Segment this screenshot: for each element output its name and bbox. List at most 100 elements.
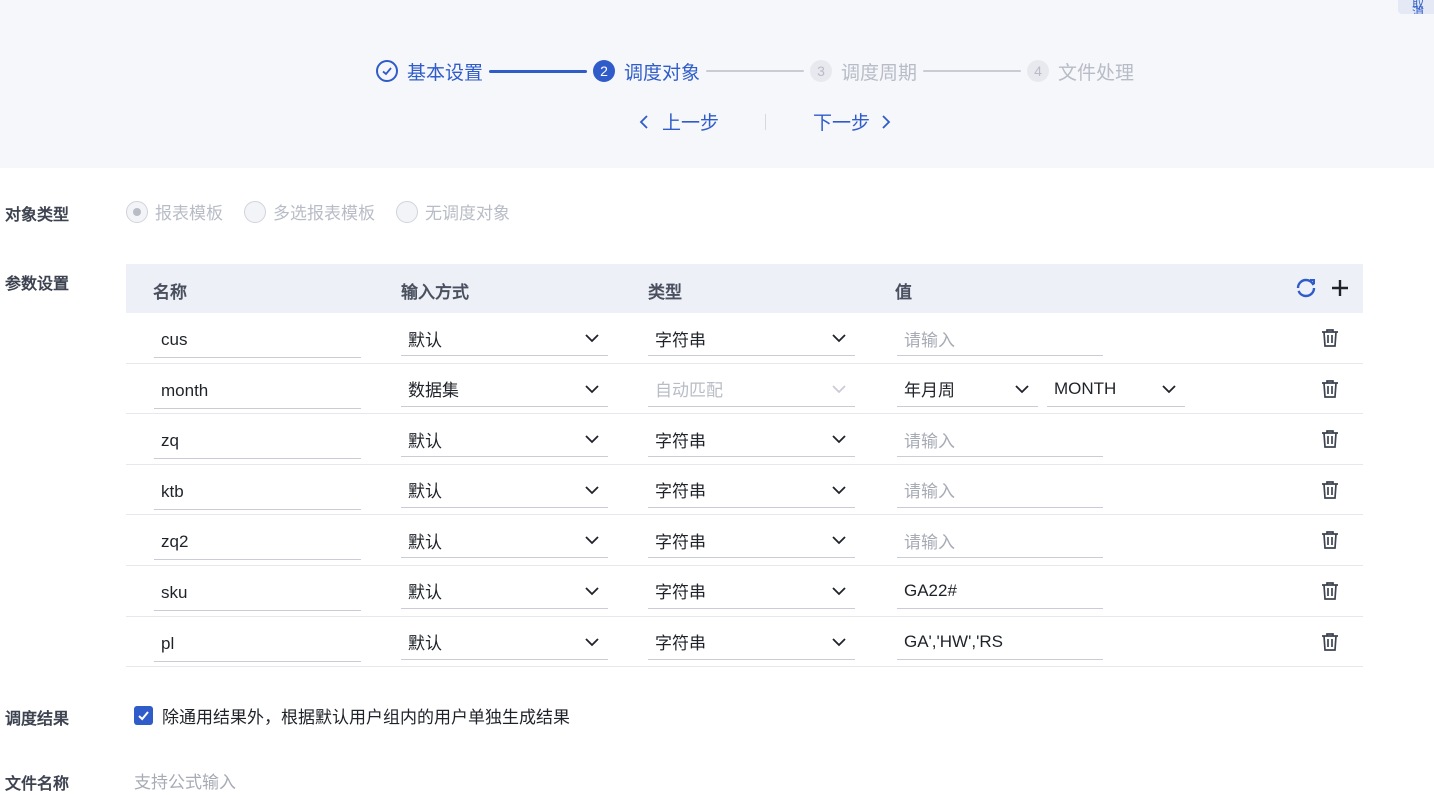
input-method-select[interactable]: 默认 [401, 574, 608, 609]
step-connector [923, 70, 1022, 72]
params-table: 名称 输入方式 类型 值 cus 默认 字符串 请输入 month 数据集 自动匹配 年月周 M… [126, 264, 1363, 668]
chevron-down-icon [832, 587, 846, 596]
radio-no-object[interactable]: 无调度对象 [396, 199, 510, 224]
wizard-header: 取消 基本设置 2 调度对象 3 调度周期 4 文件处理 上一步 下一步 [0, 0, 1434, 168]
checkbox-checked[interactable] [134, 706, 153, 725]
type-select[interactable]: 字符串 [648, 625, 855, 660]
trash-icon[interactable] [1320, 480, 1340, 500]
step-connector [489, 69, 588, 73]
nav-divider [765, 114, 766, 130]
object-type-label: 对象类型 [5, 207, 70, 224]
param-name-input[interactable]: cus [154, 323, 361, 358]
input-method-select[interactable]: 默认 [401, 523, 608, 559]
type-select[interactable]: 字符串 [648, 473, 855, 508]
param-name-input[interactable]: zq [154, 424, 361, 460]
step-label: 调度周期 [841, 62, 918, 84]
filename-input[interactable]: 支持公式输入 [134, 768, 236, 793]
step-file-processing[interactable]: 4 文件处理 [1027, 58, 1134, 85]
input-method-select[interactable]: 默认 [401, 321, 608, 356]
value-input[interactable]: GA','HW','RS [897, 625, 1103, 660]
cancel-button[interactable]: 取消 [1398, 0, 1434, 14]
refresh-icon[interactable] [1295, 277, 1317, 299]
step-label: 调度对象 [624, 62, 701, 84]
next-step-button[interactable]: 下一步 [813, 108, 892, 135]
table-row: sku 默认 字符串 GA22# [126, 566, 1363, 617]
result-option[interactable]: 除通用结果外，根据默认用户组内的用户单独生成结果 [134, 703, 570, 728]
check-icon [376, 60, 398, 82]
type-select: 自动匹配 [648, 372, 855, 407]
trash-icon[interactable] [1320, 632, 1340, 652]
trash-icon[interactable] [1320, 581, 1340, 601]
table-row: zq 默认 字符串 请输入 [126, 414, 1363, 465]
input-method-select[interactable]: 默认 [401, 625, 608, 660]
value-input[interactable]: 请输入 [897, 473, 1103, 508]
param-name-input[interactable]: month [154, 374, 361, 409]
radio-multi-report-template[interactable]: 多选报表模板 [244, 199, 375, 224]
value-input[interactable]: 请输入 [897, 422, 1103, 458]
header-value: 值 [895, 283, 912, 302]
step-basic-settings[interactable]: 基本设置 [376, 58, 483, 85]
input-method-select[interactable]: 默认 [401, 422, 608, 458]
header-type: 类型 [648, 283, 682, 302]
type-select[interactable]: 字符串 [648, 422, 855, 458]
chevron-down-icon [832, 536, 846, 545]
chevron-down-icon [832, 334, 846, 343]
chevron-down-icon [585, 486, 599, 495]
table-row: ktb 默认 字符串 请输入 [126, 465, 1363, 516]
table-body: cus 默认 字符串 请输入 month 数据集 自动匹配 年月周 MONTH zq 默认 字符串 请输… [126, 313, 1363, 668]
type-select[interactable]: 字符串 [648, 574, 855, 609]
value-input[interactable]: GA22# [897, 574, 1103, 609]
type-select[interactable]: 字符串 [648, 321, 855, 356]
trash-icon[interactable] [1320, 530, 1340, 550]
params-label: 参数设置 [5, 276, 70, 293]
table-row: pl 默认 字符串 GA','HW','RS [126, 617, 1363, 668]
chevron-down-icon [832, 637, 846, 646]
chevron-right-icon [882, 114, 891, 129]
trash-icon[interactable] [1320, 328, 1340, 348]
chevron-down-icon [585, 435, 599, 444]
filename-label: 文件名称 [5, 776, 70, 793]
param-name-input[interactable]: ktb [154, 475, 361, 510]
step-indicator: 基本设置 2 调度对象 3 调度周期 4 文件处理 [376, 56, 1134, 86]
value-input[interactable]: 请输入 [897, 523, 1103, 559]
param-name-input[interactable]: zq2 [154, 525, 361, 561]
chevron-down-icon [585, 536, 599, 545]
step-schedule-object[interactable]: 2 调度对象 [593, 58, 700, 85]
step-label: 基本设置 [407, 62, 484, 84]
radio-dot [396, 200, 418, 223]
value-input[interactable]: 请输入 [897, 321, 1103, 356]
step-number: 2 [593, 60, 616, 82]
chevron-down-icon [585, 637, 599, 646]
input-method-select[interactable]: 数据集 [401, 372, 608, 407]
trash-icon[interactable] [1320, 429, 1340, 449]
object-type-radio-group: 报表模板 多选报表模板 无调度对象 [126, 199, 531, 224]
chevron-down-icon [585, 384, 599, 393]
param-name-input[interactable]: sku [154, 576, 361, 611]
value-field-select[interactable]: MONTH [1047, 372, 1185, 407]
value-dataset-select[interactable]: 年月周 [897, 372, 1038, 407]
param-name-input[interactable]: pl [154, 627, 361, 662]
table-header: 名称 输入方式 类型 值 [126, 264, 1363, 313]
step-label: 文件处理 [1058, 62, 1135, 84]
input-method-select[interactable]: 默认 [401, 473, 608, 508]
chevron-left-icon [639, 114, 648, 129]
step-schedule-period[interactable]: 3 调度周期 [810, 58, 917, 85]
radio-report-template[interactable]: 报表模板 [126, 199, 223, 224]
trash-icon[interactable] [1320, 379, 1340, 399]
chevron-down-icon [585, 334, 599, 343]
chevron-down-icon [832, 435, 846, 444]
prev-step-button[interactable]: 上一步 [638, 108, 719, 135]
add-icon[interactable] [1331, 279, 1349, 297]
step-connector [706, 70, 805, 72]
result-label: 调度结果 [5, 711, 70, 728]
chevron-down-icon [832, 384, 846, 393]
chevron-down-icon [1015, 384, 1029, 393]
step-number: 4 [1027, 60, 1050, 82]
radio-dot [244, 200, 266, 223]
table-row: cus 默认 字符串 请输入 [126, 313, 1363, 364]
table-row: month 数据集 自动匹配 年月周 MONTH [126, 364, 1363, 415]
type-select[interactable]: 字符串 [648, 523, 855, 559]
chevron-down-icon [585, 587, 599, 596]
header-input-method: 输入方式 [401, 283, 469, 302]
step-number: 3 [810, 60, 833, 82]
